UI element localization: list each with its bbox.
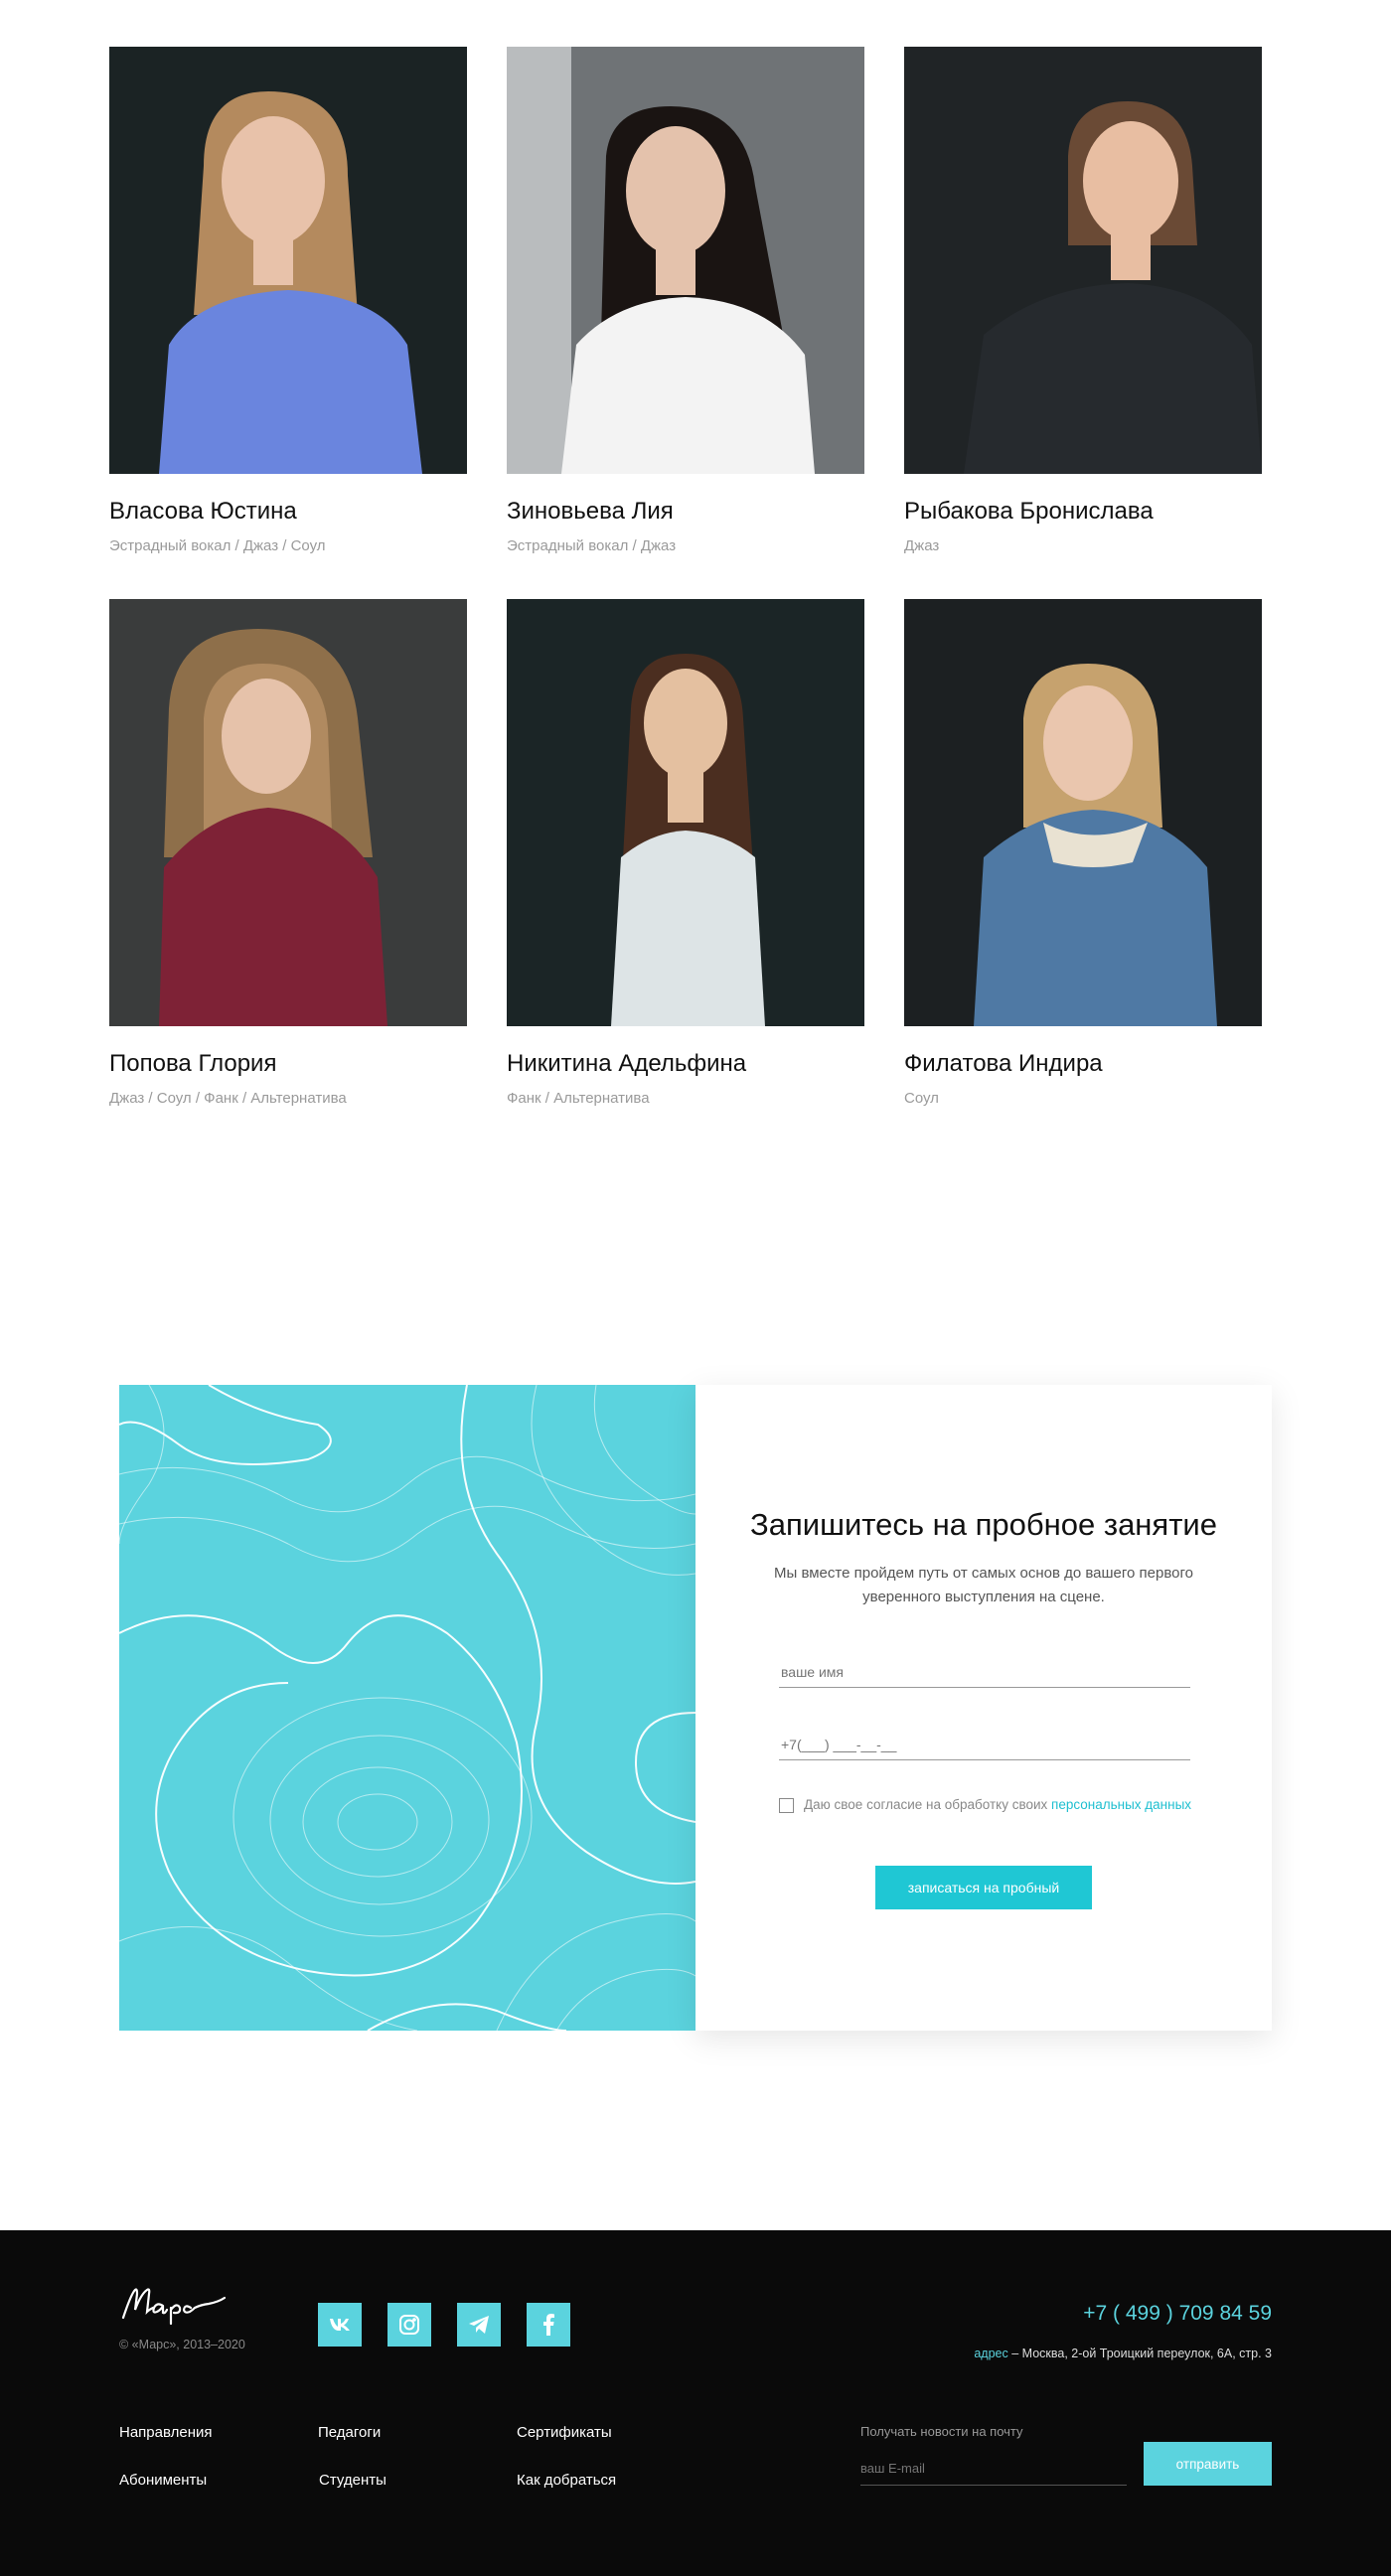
- newsletter-send-button[interactable]: отправить: [1144, 2442, 1272, 2486]
- photo-face: [222, 116, 325, 245]
- photo-top: [611, 831, 765, 1026]
- address-label: адрес: [974, 2347, 1008, 2360]
- teacher-photo: [109, 47, 467, 474]
- facebook-icon: [543, 2314, 554, 2336]
- newsletter-label: Получать новости на почту: [860, 2424, 1023, 2439]
- teacher-name[interactable]: Филатова Индира: [904, 1050, 1262, 1078]
- teacher-genres: Эстрадный вокал / Джаз: [507, 537, 677, 554]
- photo-bg-light: [507, 47, 571, 474]
- footer-link-directions-map[interactable]: Как добраться: [517, 2472, 616, 2489]
- signup-title: Запишитесь на пробное занятие: [750, 1507, 1217, 1542]
- signup-submit-button[interactable]: записаться на пробный: [875, 1866, 1092, 1909]
- teacher-genres: Джаз / Соул / Фанк / Альтернатива: [109, 1090, 347, 1107]
- photo-neck: [253, 230, 293, 285]
- personal-data-link[interactable]: персональных данных: [1051, 1797, 1191, 1812]
- teacher-genres: Соул: [904, 1090, 939, 1107]
- teacher-name[interactable]: Зиновьева Лия: [507, 498, 864, 526]
- phone-number[interactable]: +7 ( 499 ) 709 84 59: [1083, 2302, 1272, 2326]
- teacher-card[interactable]: Филатова Индира Соул: [904, 599, 1262, 1107]
- consent-row: Даю свое согласие на обработку своих пер…: [779, 1795, 1196, 1815]
- teacher-name[interactable]: Рыбакова Бронислава: [904, 498, 1262, 526]
- teacher-name[interactable]: Власова Юстина: [109, 498, 467, 526]
- teacher-photo: [109, 599, 467, 1026]
- teacher-card[interactable]: Зиновьева Лия Эстрадный вокал / Джаз: [507, 47, 864, 554]
- footer-link-students[interactable]: Студенты: [319, 2472, 386, 2489]
- footer-link-teachers[interactable]: Педагоги: [318, 2424, 381, 2441]
- footer: © «Марс», 2013–2020 +7 ( 499 ) 709 84 59…: [0, 2230, 1391, 2576]
- newsletter-email-input[interactable]: [860, 2451, 1127, 2486]
- teacher-card[interactable]: Никитина Адельфина Фанк / Альтернатива: [507, 599, 864, 1107]
- photo-neck: [656, 240, 696, 295]
- photo-face: [644, 669, 727, 778]
- photo-face: [1083, 121, 1178, 240]
- teacher-genres: Джаз: [904, 537, 940, 554]
- photo-face: [1043, 685, 1133, 801]
- logo[interactable]: [119, 2280, 229, 2331]
- address: адрес – Москва, 2-ой Троицкий переулок, …: [974, 2347, 1272, 2360]
- photo-neck: [1111, 226, 1151, 280]
- footer-link-directions[interactable]: Направления: [119, 2424, 213, 2441]
- phone-input[interactable]: [779, 1730, 1190, 1760]
- instagram-button[interactable]: [387, 2303, 431, 2347]
- teacher-genres: Фанк / Альтернатива: [507, 1090, 650, 1107]
- vk-icon: [330, 2319, 350, 2331]
- copyright: © «Марс», 2013–2020: [119, 2338, 245, 2351]
- photo-face: [222, 679, 311, 794]
- vk-button[interactable]: [318, 2303, 362, 2347]
- photo-face: [626, 126, 725, 255]
- teacher-card[interactable]: Попова Глория Джаз / Соул / Фанк / Альте…: [109, 599, 467, 1107]
- teacher-genres: Эстрадный вокал / Джаз / Соул: [109, 537, 326, 554]
- teacher-photo: [904, 599, 1262, 1026]
- consent-checkbox[interactable]: [779, 1798, 794, 1813]
- telegram-button[interactable]: [457, 2303, 501, 2347]
- signup-description: Мы вместе пройдем путь от самых основ до…: [774, 1565, 1193, 1605]
- facebook-button[interactable]: [527, 2303, 570, 2347]
- photo-neck: [668, 768, 703, 823]
- address-text: – Москва, 2-ой Троицкий переулок, 6А, ст…: [1007, 2347, 1272, 2360]
- teacher-name[interactable]: Никитина Адельфина: [507, 1050, 864, 1078]
- name-input[interactable]: [779, 1657, 1190, 1688]
- topographic-pattern: [119, 1385, 696, 2031]
- teacher-photo: [507, 47, 864, 474]
- signup-section: Запишитесь на пробное занятие Мы вместе …: [119, 1385, 1272, 2031]
- teacher-card[interactable]: Власова Юстина Эстрадный вокал / Джаз / …: [109, 47, 467, 554]
- teacher-card[interactable]: Рыбакова Бронислава Джаз: [904, 47, 1262, 554]
- teacher-photo: [507, 599, 864, 1026]
- footer-link-subscriptions[interactable]: Абонименты: [119, 2472, 207, 2489]
- teacher-photo: [904, 47, 1262, 474]
- teacher-name[interactable]: Попова Глория: [109, 1050, 467, 1078]
- signup-form-card: Запишитесь на пробное занятие Мы вместе …: [696, 1385, 1272, 2031]
- instagram-icon: [399, 2315, 419, 2335]
- consent-text: Даю свое согласие на обработку своих: [804, 1797, 1052, 1812]
- telegram-icon: [469, 2316, 489, 2334]
- footer-link-certificates[interactable]: Сертификаты: [517, 2424, 612, 2441]
